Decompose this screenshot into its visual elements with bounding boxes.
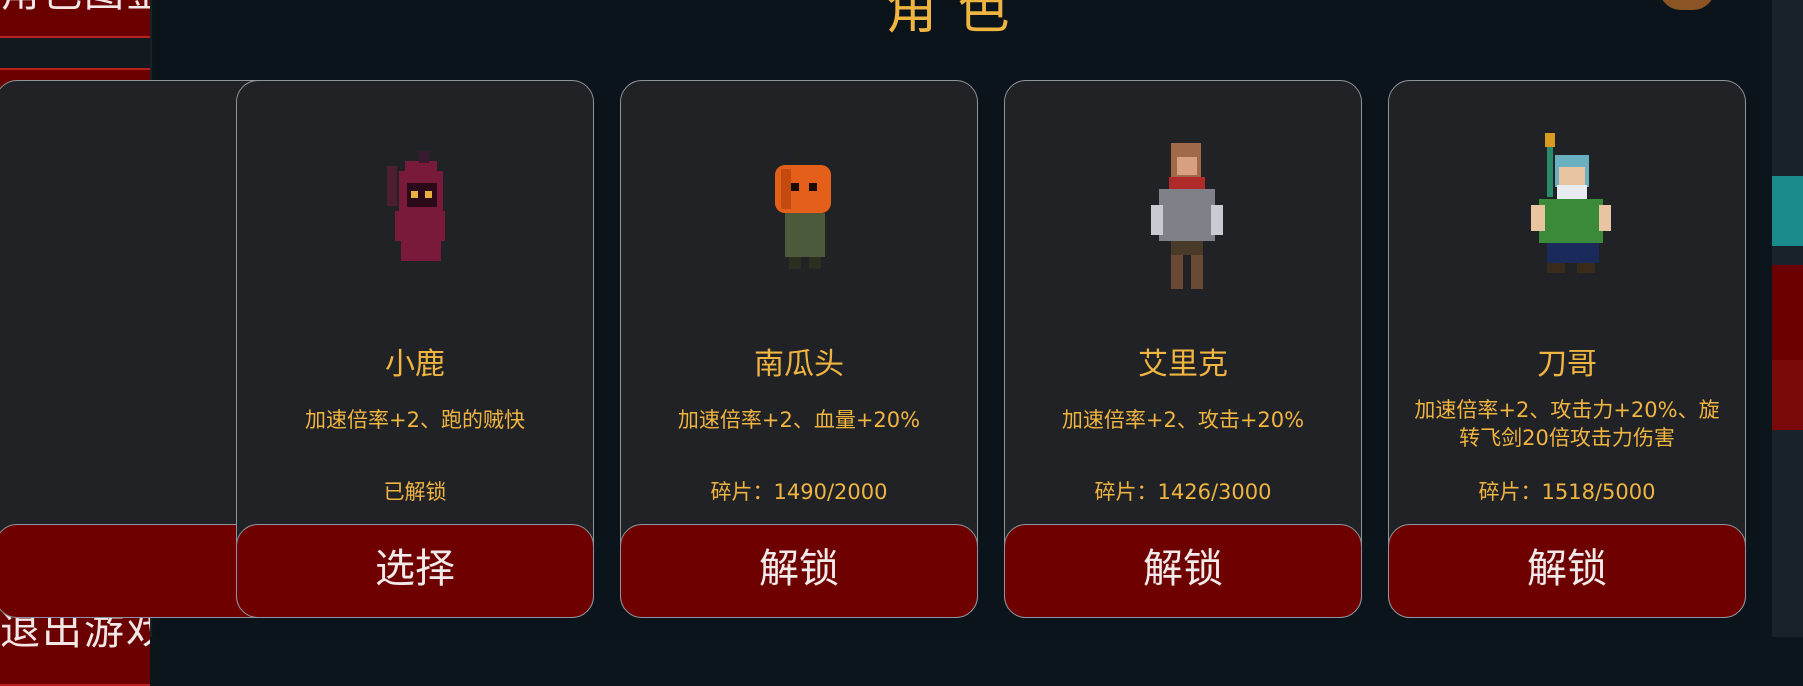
character-card: 艾里克 加速倍率+2、攻击+20% 碎片：1426/3000 解锁 [1004, 80, 1362, 618]
character-name: 小鹿 [385, 347, 445, 382]
unlock-status: 已解锁 [383, 480, 447, 504]
right-edge-button[interactable] [1772, 265, 1803, 365]
character-description: 加速倍率+2、血量+20% [677, 408, 921, 432]
sidebar-divider [0, 38, 150, 68]
right-edge-button[interactable] [1772, 360, 1803, 430]
character-card: 南瓜头 加速倍率+2、血量+20% 碎片：1490/2000 解锁 [620, 80, 978, 618]
panel-title: 角色 [885, 0, 1030, 41]
old-swordsman-icon [1531, 133, 1611, 273]
character-description: 加速倍率+2、跑的贼快 [305, 408, 525, 432]
pumpkin-head-icon [775, 151, 831, 269]
shard-progress: 碎片：1518/5000 [1478, 480, 1656, 504]
hooded-figure-icon [387, 151, 445, 261]
character-name: 南瓜头 [754, 347, 844, 382]
character-panel: 角色 小鹿 加速倍率+2、跑的贼快 已解锁 选择 南瓜头 加速倍率+2、血量+2… [0, 0, 1760, 637]
character-name: 刀哥 [1537, 347, 1597, 382]
unlock-button[interactable]: 解锁 [1388, 524, 1746, 618]
sidebar-item-label: 角色图鉴 [0, 0, 150, 16]
shard-progress: 碎片：1426/3000 [1094, 480, 1272, 504]
warrior-icon [1151, 143, 1223, 289]
right-edge-panel [1772, 0, 1803, 637]
character-description: 加速倍率+2、攻击+20% [1061, 408, 1305, 432]
shard-progress: 碎片：1490/2000 [710, 480, 888, 504]
select-button[interactable]: 选择 [236, 524, 594, 618]
right-edge-tab[interactable] [1772, 176, 1803, 246]
sidebar-item-character-codex[interactable]: 角色图鉴 [0, 0, 150, 38]
unlock-button[interactable]: 解锁 [620, 524, 978, 618]
unlock-button[interactable]: 解锁 [1004, 524, 1362, 618]
character-card: 小鹿 加速倍率+2、跑的贼快 已解锁 选择 [236, 80, 594, 618]
character-name: 艾里克 [1138, 347, 1228, 382]
character-card: 刀哥 加速倍率+2、攻击力+20%、旋转飞剑20倍攻击力伤害 碎片：1518/5… [1388, 80, 1746, 618]
character-description: 加速倍率+2、攻击力+20%、旋转飞剑20倍攻击力伤害 [1414, 398, 1720, 450]
